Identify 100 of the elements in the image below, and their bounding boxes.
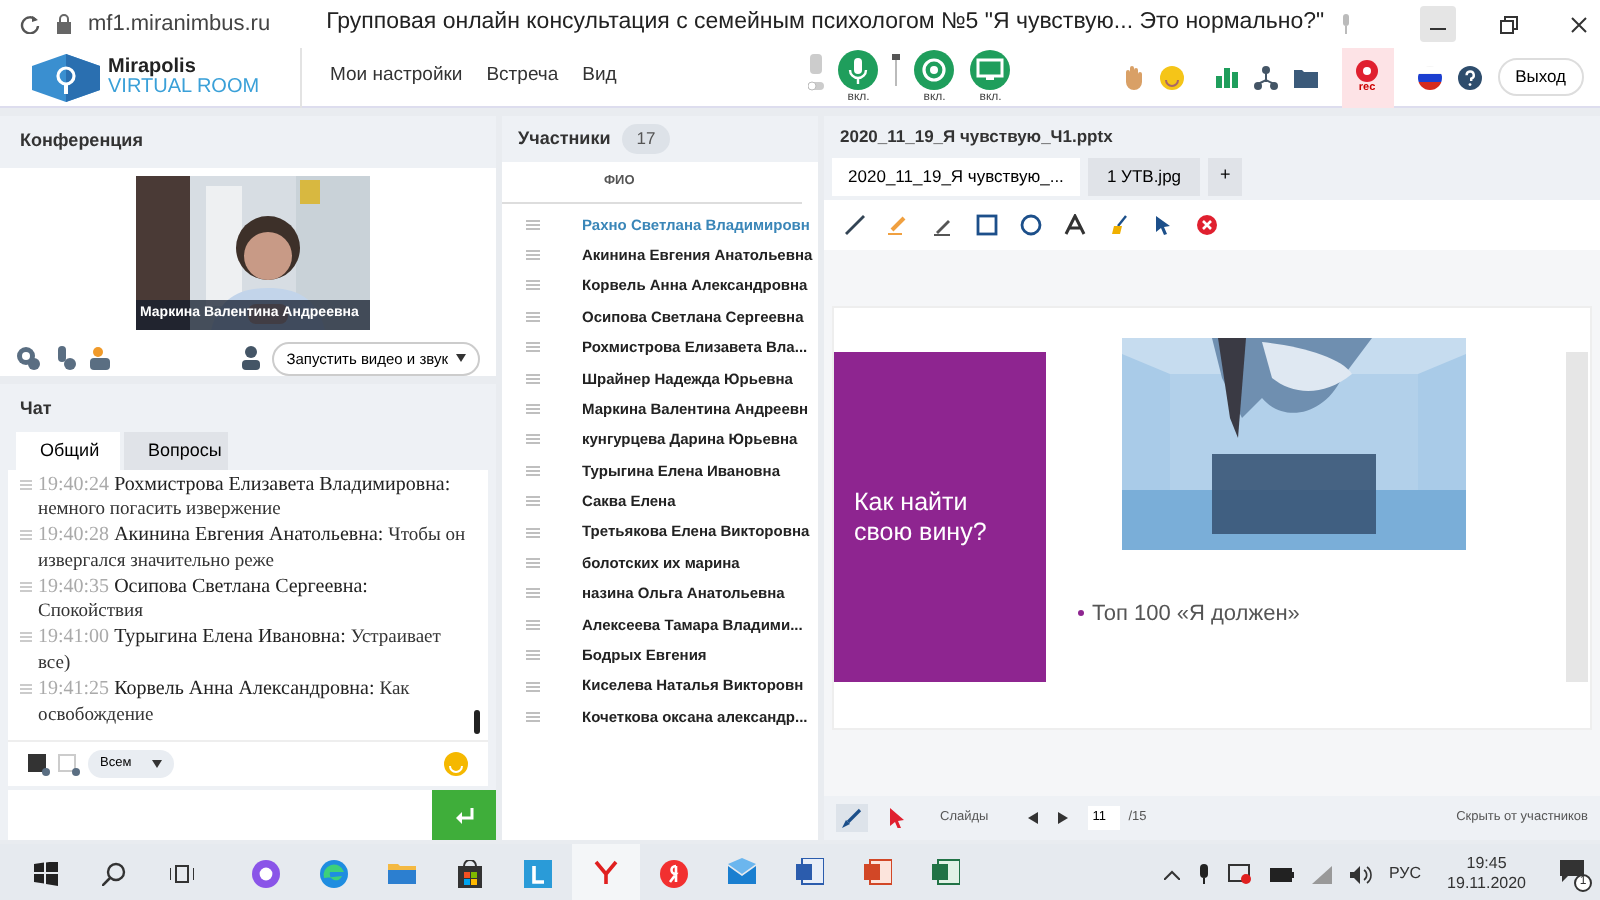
notification-icon[interactable] — [1560, 860, 1584, 882]
next-icon[interactable] — [1058, 812, 1069, 824]
webcam-user-icon[interactable] — [16, 346, 40, 371]
drag-handle-icon[interactable] — [526, 311, 540, 322]
chart-icon[interactable] — [1215, 66, 1238, 88]
letter-circle-icon[interactable] — [660, 860, 688, 888]
microphone-icon[interactable] — [1197, 864, 1210, 884]
document-icon[interactable] — [796, 858, 824, 886]
folder-icon[interactable] — [388, 860, 416, 888]
slide-bullet: Топ 100 «Я должен» — [1092, 599, 1300, 629]
document-tab[interactable]: 1 УТВ.jpg — [1088, 157, 1200, 195]
line-icon[interactable] — [844, 213, 866, 235]
chat-message: 19:40:35 Осипова Светлана Сергеевна: Спокойствия — [38, 576, 370, 624]
count-badge: 17 — [622, 124, 670, 154]
chat-tab[interactable]: Вопросы — [124, 431, 228, 470]
caret-icon — [151, 760, 162, 769]
restore-icon[interactable] — [1500, 15, 1519, 33]
menu-item[interactable]: Встреча — [486, 62, 559, 92]
previous-icon[interactable] — [1028, 812, 1039, 824]
minimize-icon[interactable] — [1420, 6, 1457, 42]
drag-handle-icon[interactable] — [526, 404, 540, 415]
chat-tab[interactable]: Общий — [16, 431, 120, 470]
chat-message: 19:41:00 Турыгина Елена Ивановна: Устраивает все) — [38, 626, 443, 676]
reload-icon[interactable] — [20, 14, 40, 34]
emoji-icon[interactable] — [1159, 65, 1184, 89]
brush-icon — [842, 808, 862, 828]
speaker-icon[interactable] — [1349, 865, 1372, 883]
scrollbar[interactable] — [474, 710, 480, 735]
panel-title: Чат — [18, 396, 54, 422]
document-tab[interactable]: 2020_11_19_Я чувствую_... — [832, 157, 1080, 195]
panel-title: Конференция — [0, 116, 496, 167]
send-button[interactable] — [432, 790, 496, 840]
folder-icon[interactable] — [1293, 67, 1318, 87]
logo-subtitle: VIRTUAL ROOM — [108, 77, 260, 97]
drag-handle-icon[interactable] — [526, 280, 540, 291]
close-icon[interactable] — [1570, 15, 1589, 33]
lock-icon — [56, 14, 72, 34]
help-icon[interactable] — [1457, 65, 1482, 89]
drag-handle-icon[interactable] — [526, 557, 540, 568]
network-icon[interactable] — [1253, 65, 1278, 89]
chevron-icon[interactable] — [1163, 869, 1180, 879]
logo-title: Mirapolis — [108, 57, 198, 77]
logo-icon — [32, 53, 100, 101]
camera-icon[interactable] — [1227, 864, 1252, 884]
clock-date[interactable]: 19.11.2020 — [1447, 874, 1526, 894]
drag-handle-icon[interactable] — [526, 650, 540, 661]
background-color-icon[interactable] — [58, 753, 80, 776]
menu-item[interactable]: Мои настройки — [330, 62, 463, 92]
search-icon[interactable] — [102, 862, 126, 886]
exit-button[interactable]: Выход — [1497, 58, 1584, 96]
drag-handle-icon[interactable] — [526, 588, 540, 599]
ring-icon[interactable] — [252, 860, 280, 888]
text-tool-icon[interactable] — [1064, 213, 1086, 235]
bag-icon[interactable] — [456, 860, 484, 888]
drag-handle-icon[interactable] — [526, 373, 540, 384]
text-color-icon[interactable] — [28, 753, 50, 776]
draw-mode-button[interactable] — [836, 804, 868, 832]
microphone-user-icon[interactable] — [52, 346, 76, 371]
drag-handle-icon[interactable] — [526, 434, 540, 445]
battery-icon[interactable] — [1269, 867, 1294, 881]
chat-message: 19:41:25 Корвель Анна Александровна: Как освобождение — [38, 678, 412, 728]
brush-icon[interactable] — [1108, 213, 1130, 235]
browser-icon[interactable] — [320, 860, 348, 888]
document-title: 2020_11_19_Я чувствую_Ч1.pptx — [824, 116, 1600, 158]
app-icon[interactable] — [524, 860, 552, 888]
flag-icon[interactable] — [1417, 65, 1442, 89]
pointer-icon[interactable] — [888, 808, 904, 828]
record-icon[interactable] — [1356, 59, 1379, 81]
slides-icon[interactable] — [864, 858, 892, 886]
drag-handle-icon[interactable] — [526, 465, 540, 476]
clear-icon[interactable] — [1196, 213, 1218, 235]
drag-handle-icon[interactable] — [526, 711, 540, 722]
menu-item[interactable]: Вид — [582, 62, 617, 92]
drag-handle-icon[interactable] — [526, 496, 540, 507]
add-tab-button[interactable]: + — [1208, 157, 1243, 195]
caret-icon — [456, 354, 466, 363]
level-icon — [892, 49, 901, 89]
circle-icon[interactable] — [1020, 213, 1042, 235]
rectangle-icon[interactable] — [976, 213, 998, 235]
browser-y-icon[interactable] — [592, 858, 620, 886]
drag-handle-icon[interactable] — [526, 219, 540, 230]
panel-title: Участники — [518, 125, 611, 152]
drag-handle-icon[interactable] — [526, 619, 540, 630]
drag-handle-icon[interactable] — [526, 342, 540, 353]
drag-handle-icon[interactable] — [526, 250, 540, 261]
user-icon[interactable] — [242, 346, 261, 371]
address-url[interactable]: mf1.miranimbus.ru — [88, 7, 271, 41]
keyboard-language[interactable]: РУС — [1389, 862, 1422, 886]
windows-icon[interactable] — [34, 862, 58, 886]
spreadsheet-icon[interactable] — [932, 858, 960, 886]
pointer-icon[interactable] — [1152, 213, 1174, 235]
user-star-icon[interactable] — [88, 346, 112, 371]
drag-handle-icon[interactable] — [526, 527, 540, 538]
mail-icon[interactable] — [728, 858, 756, 886]
task-view-icon[interactable] — [170, 862, 194, 886]
chat-message: 19:40:24 Рохмистрова Елизавета Владимировна: немного погасить извержение — [38, 474, 453, 522]
clock-time[interactable]: 19:45 — [1466, 854, 1507, 874]
drag-handle-icon[interactable] — [526, 681, 540, 692]
slide-heading: Как найти свою вину? — [854, 487, 989, 547]
toggle-icon[interactable] — [808, 49, 825, 93]
